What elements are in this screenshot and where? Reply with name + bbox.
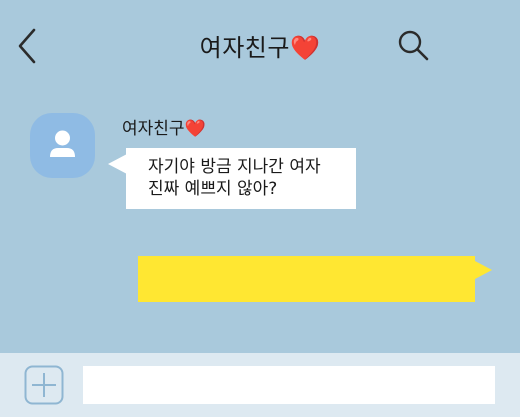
message-input[interactable]	[83, 366, 495, 404]
message-line: 진짜 예쁘지 않아?	[148, 179, 278, 199]
chat-title: 여자친구❤️	[199, 34, 321, 62]
person-icon	[50, 130, 75, 157]
outgoing-bubble-tail	[475, 261, 492, 279]
plus-box-icon	[24, 365, 64, 405]
search-icon	[398, 30, 429, 61]
incoming-bubble-tail	[108, 154, 127, 174]
sender-name: 여자친구❤️	[122, 119, 206, 139]
message-input-bar	[0, 353, 520, 417]
outgoing-message-bubble[interactable]	[138, 256, 475, 302]
search-button[interactable]	[396, 28, 432, 64]
message-line: 자기야 방금 지나간 여자	[148, 157, 321, 177]
chat-header: 여자친구❤️	[0, 0, 520, 90]
incoming-message-bubble[interactable]: 자기야 방금 지나간 여자 진짜 예쁘지 않아?	[126, 148, 356, 209]
add-attachment-button[interactable]	[24, 365, 64, 405]
avatar[interactable]	[30, 113, 95, 178]
